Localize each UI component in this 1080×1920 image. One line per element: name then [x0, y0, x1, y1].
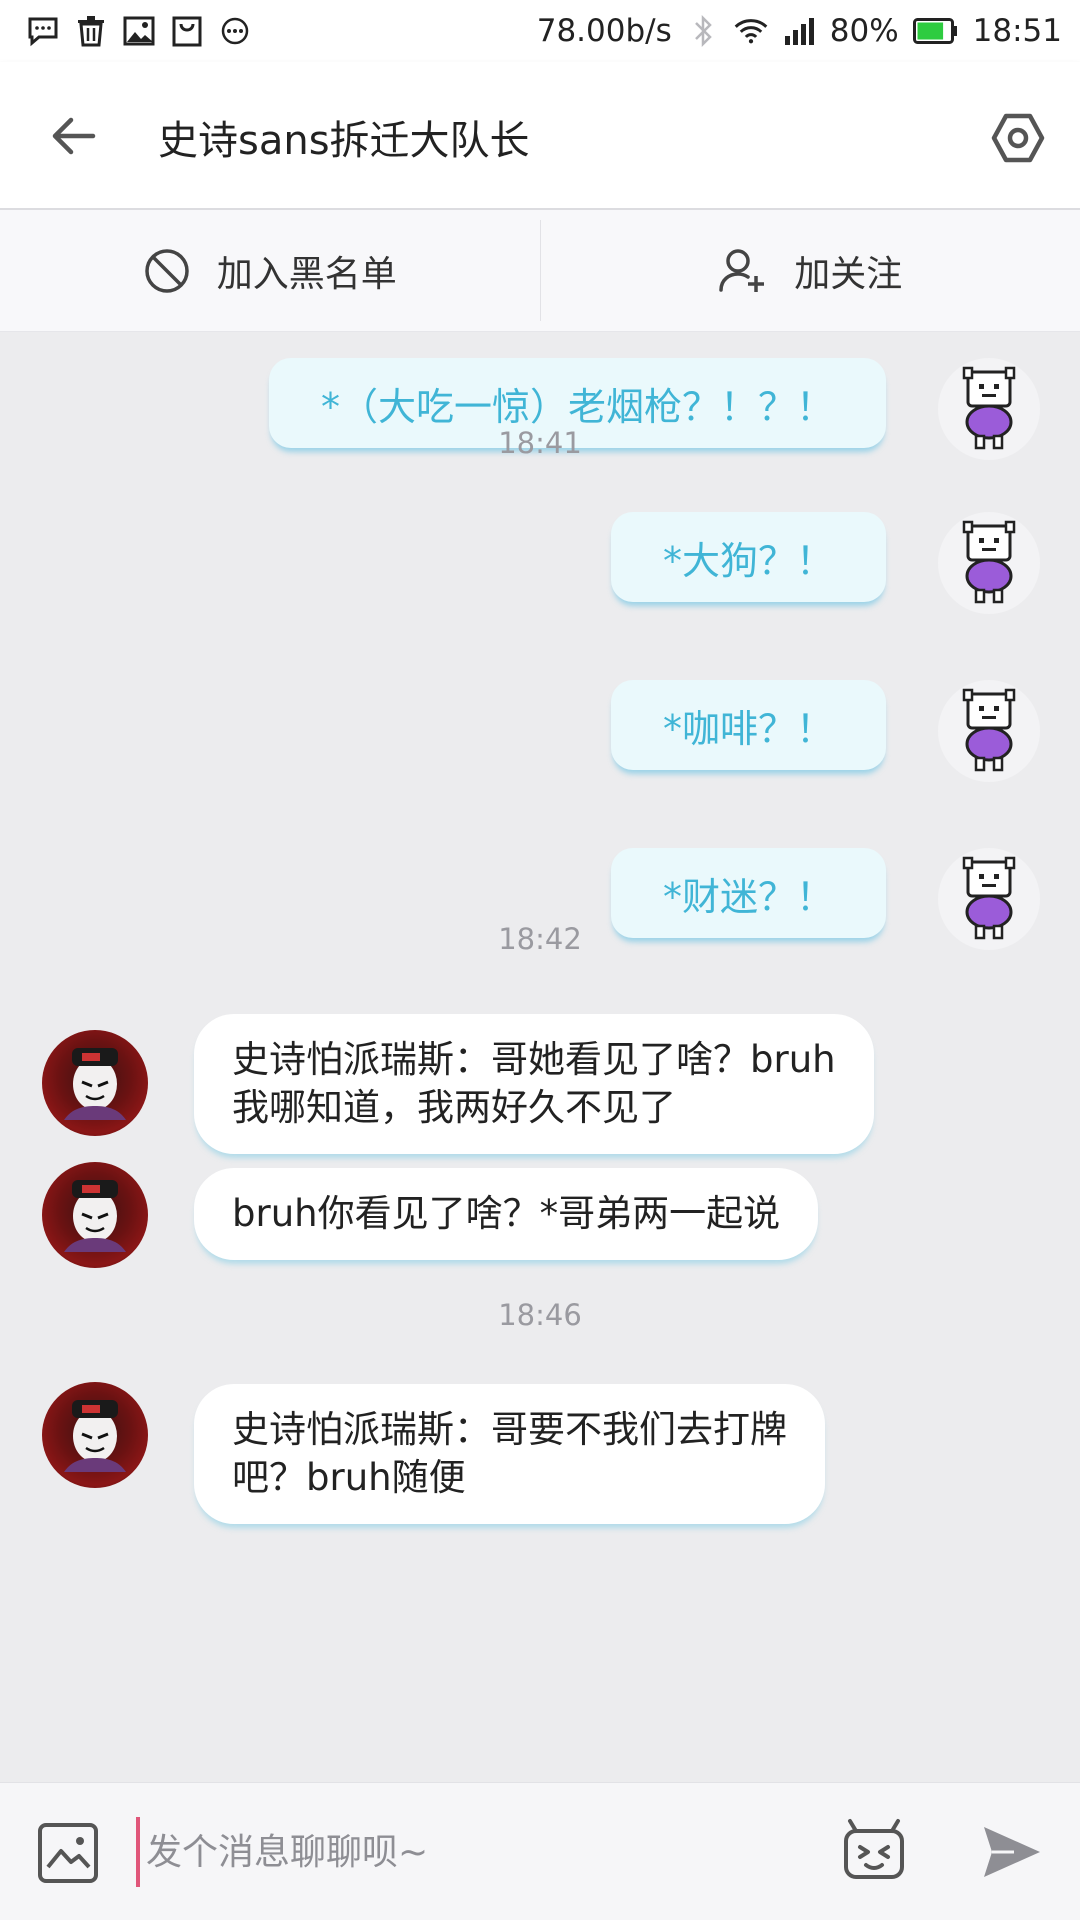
incoming-message-line: 吧？bruh随便	[232, 1456, 466, 1499]
signal-icon	[782, 14, 816, 48]
shopping-bag-icon	[170, 14, 204, 48]
message-composer	[0, 1782, 1080, 1920]
blacklist-button[interactable]: 加入黑名单	[0, 210, 540, 331]
block-icon	[144, 248, 189, 293]
message-timestamp: 18:46	[498, 1298, 582, 1332]
pixel-character-avatar-icon	[962, 520, 1016, 604]
message-input[interactable]	[136, 1817, 796, 1887]
clock: 18:51	[972, 13, 1062, 49]
my-avatar[interactable]	[938, 512, 1040, 614]
add-user-icon	[719, 248, 765, 292]
message-icon	[26, 14, 60, 48]
character-portrait-icon	[64, 1400, 126, 1472]
character-portrait-icon	[64, 1180, 126, 1252]
back-button[interactable]	[38, 106, 108, 166]
my-avatar[interactable]	[938, 680, 1040, 782]
image-icon	[38, 1823, 98, 1883]
arrow-left-icon	[52, 117, 96, 155]
incoming-message-line: 史诗怕派瑞斯：哥要不我们去打牌	[232, 1408, 787, 1451]
message-timestamp: 18:41	[498, 426, 582, 460]
follow-label: 加关注	[794, 253, 903, 295]
message-timestamp: 18:42	[498, 922, 582, 956]
page-title: 史诗sans拆迁大队长	[158, 118, 530, 164]
emoji-face-icon	[844, 1819, 904, 1879]
image-icon	[122, 14, 156, 48]
emoji-button[interactable]	[840, 1817, 908, 1885]
incoming-message-line: 史诗怕派瑞斯：哥她看见了啥？bruh	[232, 1038, 836, 1081]
profile-actions: 加入黑名单 加关注	[0, 210, 1080, 332]
trash-icon	[74, 14, 108, 48]
incoming-message[interactable]: 史诗怕派瑞斯：哥要不我们去打牌 吧？bruh随便	[194, 1384, 825, 1524]
blacklist-label: 加入黑名单	[216, 253, 397, 295]
contact-avatar[interactable]	[42, 1382, 148, 1488]
battery-icon	[912, 17, 959, 45]
incoming-message[interactable]: 史诗怕派瑞斯：哥她看见了啥？bruh 我哪知道，我两好久不见了	[194, 1014, 874, 1154]
status-bar-notifications	[26, 14, 252, 48]
incoming-message-line: bruh你看见了啥？*哥弟两一起说	[232, 1192, 781, 1235]
outgoing-message[interactable]: *大狗？！	[610, 512, 886, 602]
send-button[interactable]	[980, 1823, 1044, 1881]
character-portrait-icon	[64, 1048, 126, 1120]
settings-button[interactable]	[986, 106, 1050, 170]
incoming-message[interactable]: bruh你看见了啥？*哥弟两一起说	[194, 1168, 819, 1260]
follow-button[interactable]: 加关注	[541, 210, 1080, 331]
pixel-character-avatar-icon	[962, 688, 1016, 772]
status-bar-system: 78.00b/s 80% 18:51	[537, 13, 1062, 49]
top-app-bar: 史诗sans拆迁大队长	[0, 62, 1080, 210]
status-bar: 78.00b/s 80% 18:51	[0, 0, 1080, 62]
chat-screen: 78.00b/s 80% 18:51 史诗sans拆迁大队长 加入黑名单 加关注…	[0, 0, 1080, 1920]
wifi-icon	[734, 14, 768, 48]
battery-percent: 80%	[829, 13, 899, 49]
contact-avatar[interactable]	[42, 1162, 148, 1268]
attach-image-button[interactable]	[36, 1821, 100, 1885]
contact-avatar[interactable]	[42, 1030, 148, 1136]
more-icon	[218, 14, 252, 48]
incoming-message-line: 我哪知道，我两好久不见了	[232, 1086, 676, 1129]
message-list[interactable]: *（大吃一惊）老烟枪？！？！ 18:41 *大狗？！ *咖啡？！ *财迷？！ 1…	[0, 332, 1080, 1782]
bluetooth-icon	[686, 14, 720, 48]
hexagon-settings-icon	[991, 113, 1045, 163]
outgoing-message[interactable]: *咖啡？！	[610, 680, 886, 770]
network-speed: 78.00b/s	[536, 13, 672, 49]
send-icon	[984, 1827, 1040, 1877]
